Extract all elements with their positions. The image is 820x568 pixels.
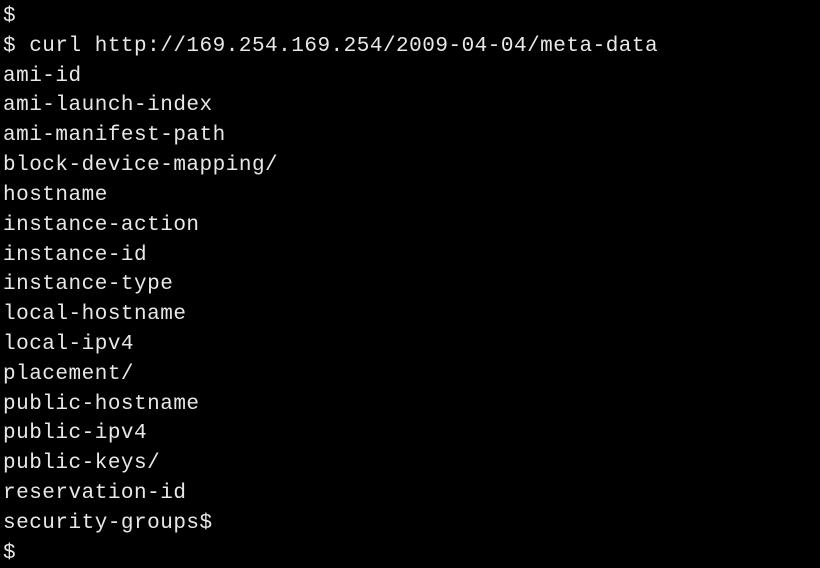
output-line: public-ipv4	[3, 419, 820, 449]
output-line: instance-action	[3, 211, 820, 241]
output-line: local-ipv4	[3, 330, 820, 360]
output-line: ami-id	[3, 62, 820, 92]
output-line: ami-manifest-path	[3, 121, 820, 151]
command-line[interactable]: $ curl http://169.254.169.254/2009-04-04…	[3, 32, 820, 62]
output-line: hostname	[3, 181, 820, 211]
output-line: reservation-id	[3, 479, 820, 509]
output-line: block-device-mapping/	[3, 151, 820, 181]
output-line: placement/	[3, 360, 820, 390]
output-line: public-keys/	[3, 449, 820, 479]
prompt-line-trailing[interactable]: $	[3, 539, 820, 568]
output-line-with-prompt: security-groups$	[3, 509, 820, 539]
output-line: ami-launch-index	[3, 91, 820, 121]
output-line: instance-type	[3, 270, 820, 300]
output-line: public-hostname	[3, 390, 820, 420]
prompt-line-empty: $	[3, 2, 820, 32]
output-line: instance-id	[3, 241, 820, 271]
output-line: local-hostname	[3, 300, 820, 330]
